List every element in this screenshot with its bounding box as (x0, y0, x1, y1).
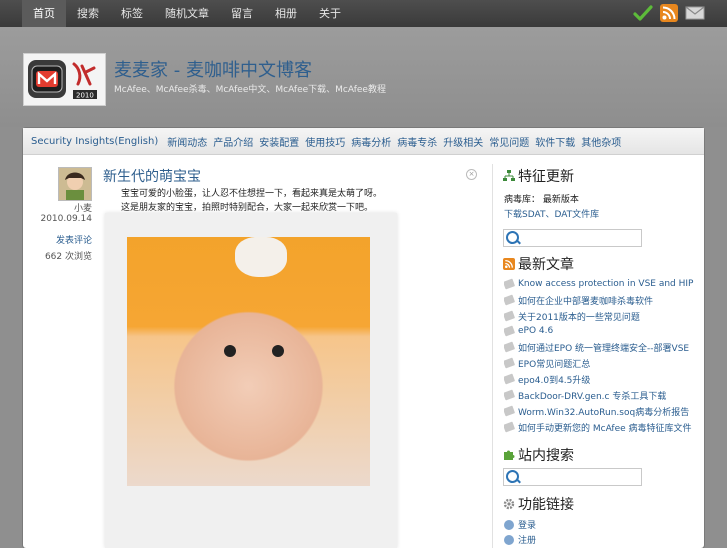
category-item[interactable]: 产品介绍 (210, 134, 256, 149)
sidebar-heading-search: 站内搜索 (503, 445, 574, 465)
category-bar: Security Insights(English) 新闻动态 产品介绍 安装配… (23, 128, 704, 155)
site-title[interactable]: 麦麦家 - 麦咖啡中文博客 (114, 56, 312, 82)
sidebar-heading-recent: 最新文章 (503, 254, 574, 274)
recent-post[interactable]: 如何手动更新您的 McAfee 病毒特征库文件 (504, 420, 694, 434)
nav-item-album[interactable]: 相册 (264, 0, 308, 27)
baby-photo[interactable] (127, 237, 370, 486)
post-text-line: 这是朋友家的宝宝，拍照时特别配合，大家一起来欣赏一下吧。 (121, 203, 374, 213)
post-title[interactable]: 新生代的萌宝宝 (103, 166, 201, 186)
nav-item-guestbook[interactable]: 留言 (220, 0, 264, 27)
sidebar-heading-label: 特征更新 (518, 169, 574, 185)
tag-icon (504, 357, 516, 369)
tag-icon (504, 278, 516, 290)
category-item[interactable]: 病毒分析 (348, 134, 394, 149)
mail-icon[interactable] (685, 3, 705, 23)
category-item[interactable]: 使用技巧 (302, 134, 348, 149)
register-link[interactable]: 注册 (504, 533, 536, 546)
nav-item-random[interactable]: 随机文章 (154, 0, 220, 27)
sidebar-heading-links: 功能链接 (503, 494, 574, 514)
rss-icon (503, 258, 515, 270)
recent-post[interactable]: 关于2011版本的一些常见问题 (504, 309, 694, 323)
sitemap-icon (503, 170, 515, 182)
photo-detail (224, 345, 236, 357)
category-item[interactable]: 软件下载 (532, 134, 578, 149)
login-link[interactable]: 登录 (504, 518, 536, 531)
puzzle-icon (503, 449, 515, 461)
post-views: 662 次浏览 (44, 252, 92, 262)
sidebar-heading-label: 最新文章 (518, 257, 574, 273)
post-comments-link[interactable]: 发表评论 (56, 233, 92, 246)
post-text-line: 宝宝可爱的小脸蛋，让人忍不住想捏一下，看起来真是太萌了呀。 (121, 189, 383, 199)
top-icons (633, 3, 705, 23)
header (0, 27, 727, 127)
site-search-input[interactable] (503, 468, 642, 486)
recent-post[interactable]: 如何通过EPO 统一管理终端安全--部署VSE (504, 340, 694, 354)
category-security-insights[interactable]: Security Insights(English) (23, 136, 164, 147)
top-navigation: 首页 搜索 标签 随机文章 留言 相册 关于 (22, 0, 352, 27)
recent-post[interactable]: 如何在企业中部署麦咖啡杀毒软件 (504, 293, 694, 307)
sidebar-heading-updates: 特征更新 (503, 166, 574, 186)
category-item[interactable]: 常见问题 (486, 134, 532, 149)
nav-item-home[interactable]: 首页 (22, 0, 66, 27)
link-icon (504, 519, 514, 530)
tag-icon (504, 421, 516, 433)
search-input[interactable] (503, 229, 642, 247)
category-item[interactable]: 升级相关 (440, 134, 486, 149)
site-description: McAfee、McAfee杀毒、McAfee中文、McAfee下载、McAfee… (114, 85, 386, 95)
link-icon (504, 534, 514, 545)
nav-item-about[interactable]: 关于 (308, 0, 352, 27)
rss-icon[interactable] (659, 3, 679, 23)
sidebar-divider (492, 164, 493, 548)
post-date: 2010.09.14 (40, 214, 92, 224)
sdat-download-link[interactable]: 下载SDAT、DAT文件库 (504, 207, 599, 220)
category-item[interactable]: 其他杂项 (578, 134, 624, 149)
nav-item-search[interactable]: 搜索 (66, 0, 110, 27)
post-image-frame (105, 213, 397, 548)
gear-icon (503, 498, 515, 510)
category-item[interactable]: 安装配置 (256, 134, 302, 149)
sidebar-heading-label: 功能链接 (518, 497, 574, 513)
virus-db-status: 病毒库： 最新版本 (504, 195, 579, 205)
tag-icon (504, 373, 516, 385)
sidebar-heading-label: 站内搜索 (518, 448, 574, 464)
nav-item-tags[interactable]: 标签 (110, 0, 154, 27)
tag-icon (504, 341, 516, 353)
author-avatar[interactable] (58, 167, 92, 201)
post-author[interactable]: 小麦 (74, 201, 92, 214)
top-bar: 首页 搜索 标签 随机文章 留言 相册 关于 (0, 0, 727, 28)
svg-text:2010: 2010 (76, 92, 94, 100)
photo-detail (272, 345, 284, 357)
tag-icon (504, 389, 516, 401)
category-item[interactable]: 新闻动态 (164, 134, 210, 149)
recent-post[interactable]: ePO 4.6 (504, 324, 694, 338)
tag-icon (504, 310, 516, 322)
main-content: Security Insights(English) 新闻动态 产品介绍 安装配… (23, 128, 704, 548)
checkmark-icon[interactable] (633, 3, 653, 23)
recent-post[interactable]: EPO常见问题汇总 (504, 356, 694, 370)
category-item[interactable]: 病毒专杀 (394, 134, 440, 149)
hat-bow (235, 237, 287, 277)
tag-icon (504, 405, 516, 417)
site-logo[interactable]: 2010 (23, 53, 106, 106)
collapse-icon[interactable]: × (466, 169, 477, 180)
tag-icon (504, 325, 516, 337)
recent-post[interactable]: Know access protection in VSE and HIPS (504, 277, 694, 291)
recent-post[interactable]: BackDoor-DRV.gen.c 专杀工具下载 (504, 388, 694, 402)
tag-icon (504, 294, 516, 306)
recent-post[interactable]: epo4.0到4.5升级 (504, 372, 694, 386)
recent-post[interactable]: Worm.Win32.AutoRun.soq病毒分析报告 (504, 404, 694, 418)
